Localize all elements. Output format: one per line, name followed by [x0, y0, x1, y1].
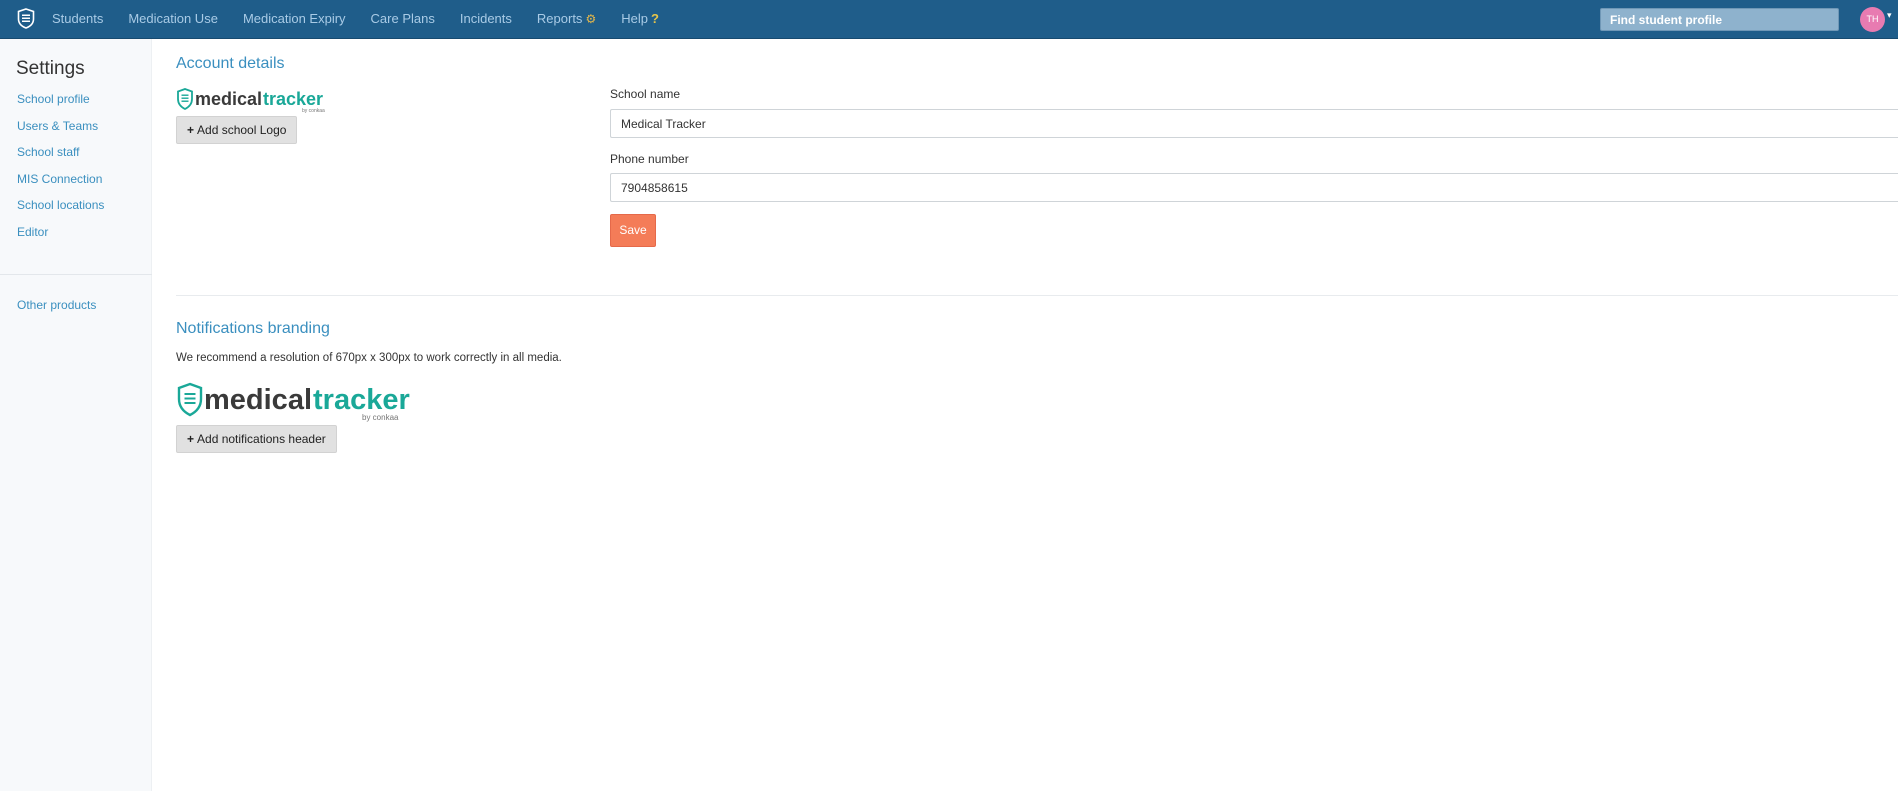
- nav-reports[interactable]: Reports ⚙: [537, 11, 596, 26]
- nav-care-plans[interactable]: Care Plans: [371, 11, 435, 26]
- school-name-label: School name: [610, 87, 681, 101]
- shield-list-icon[interactable]: [17, 8, 35, 29]
- save-button[interactable]: Save: [610, 214, 656, 247]
- medicaltracker-logo: medical tracker by conkaa: [177, 88, 325, 114]
- add-school-logo-label: Add school Logo: [197, 123, 287, 137]
- plus-icon: +: [187, 123, 195, 137]
- chevron-down-icon[interactable]: ▾: [1887, 10, 1892, 21]
- nav-help-label: Help: [621, 11, 648, 26]
- phone-number-input[interactable]: [610, 173, 1898, 202]
- logo-tagline: by conkaa: [302, 108, 325, 114]
- sidebar-title: Settings: [16, 58, 85, 79]
- top-navbar: Students Medication Use Medication Expir…: [0, 0, 1898, 39]
- notifications-header-logo: medical tracker by conkaa: [177, 382, 410, 422]
- nav-reports-label: Reports: [536, 11, 583, 26]
- nav-medication-expiry[interactable]: Medication Expiry: [243, 11, 346, 26]
- nav-help[interactable]: Help?: [621, 11, 659, 26]
- nav-medication-use[interactable]: Medication Use: [128, 11, 218, 26]
- sidebar-item-school-profile[interactable]: School profile: [17, 91, 104, 118]
- find-student-search[interactable]: Find student profile: [1600, 8, 1839, 31]
- avatar[interactable]: TH: [1860, 7, 1885, 32]
- gear-icon: ⚙: [585, 12, 597, 26]
- resolution-hint: We recommend a resolution of 670px x 300…: [176, 352, 562, 364]
- logo-word-tracker: tracker: [263, 89, 323, 109]
- phone-number-label: Phone number: [610, 152, 689, 166]
- section-divider: [176, 295, 1898, 296]
- sidebar-item-mis-connection[interactable]: MIS Connection: [17, 171, 104, 198]
- account-details-title: Account details: [176, 55, 285, 72]
- sidebar-item-editor[interactable]: Editor: [17, 224, 104, 251]
- sidebar-item-school-locations[interactable]: School locations: [17, 197, 104, 224]
- logo-large-word-medical: medical: [204, 384, 312, 416]
- sidebar-divider: [0, 274, 152, 275]
- nav-students[interactable]: Students: [52, 11, 103, 26]
- nav-incidents[interactable]: Incidents: [460, 11, 512, 26]
- settings-sidebar: Settings School profile Users & Teams Sc…: [0, 39, 152, 791]
- question-icon: ?: [650, 11, 659, 26]
- plus-icon: +: [187, 432, 195, 446]
- main-nav: Students Medication Use Medication Expir…: [52, 0, 684, 37]
- add-notifications-header-label: Add notifications header: [197, 432, 326, 446]
- logo-word-medical: medical: [195, 89, 262, 109]
- add-notifications-header-button[interactable]: + Add notifications header: [176, 425, 337, 453]
- school-name-input[interactable]: [610, 109, 1898, 138]
- sidebar-item-school-staff[interactable]: School staff: [17, 144, 104, 171]
- sidebar-menu: School profile Users & Teams School staf…: [17, 91, 104, 250]
- logo-large-tagline: by conkaa: [362, 413, 399, 422]
- sidebar-item-other-products[interactable]: Other products: [17, 298, 96, 312]
- logo-large-word-tracker: tracker: [313, 384, 410, 416]
- notifications-branding-title: Notifications branding: [176, 320, 330, 337]
- sidebar-item-users-teams[interactable]: Users & Teams: [17, 118, 104, 145]
- add-school-logo-button[interactable]: + Add school Logo: [176, 116, 298, 144]
